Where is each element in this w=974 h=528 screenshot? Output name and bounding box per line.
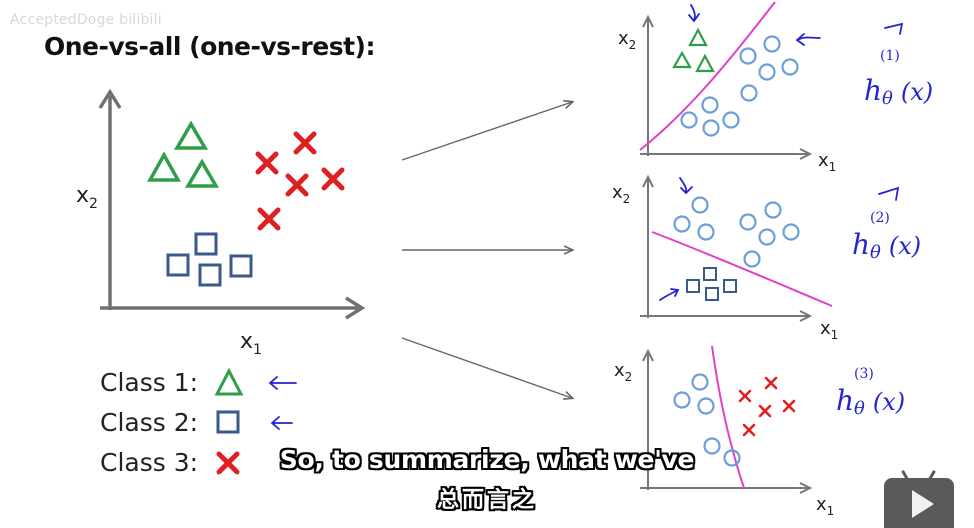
circle-icon: [702, 119, 720, 137]
pointer-arrow-icon: [659, 288, 680, 301]
play-button[interactable]: [884, 470, 954, 528]
circle-icon: [697, 223, 715, 241]
panel-1-x-label: x1: [818, 150, 836, 174]
pointer-arrow-icon: [688, 4, 700, 23]
arrow-to-panel-1: [401, 102, 572, 161]
hypothesis-1-superscript: (1): [880, 48, 900, 64]
cross-icon: [758, 404, 772, 418]
circle-icon: [673, 215, 691, 233]
circle-icon: [743, 250, 761, 268]
circle-icon: [739, 47, 757, 65]
circle-icon: [758, 228, 776, 246]
triangle-icon: [688, 27, 708, 47]
main-triangles: [147, 120, 220, 188]
square-icon: [216, 410, 240, 434]
main-x-label: x1: [240, 329, 262, 358]
subtitle-english: So, to summarize, what we've: [279, 445, 695, 474]
check-mark-icon: [878, 186, 900, 201]
cross-icon: [738, 389, 752, 403]
triangle-icon: [214, 367, 244, 396]
cross-icon: [742, 423, 756, 437]
panel-1-decision-boundary: [639, 1, 776, 151]
legend-class-2: Class 2:: [100, 408, 199, 437]
hypothesis-2-superscript: (2): [870, 210, 890, 226]
square-icon: [723, 279, 737, 293]
main-crosses: [255, 131, 345, 231]
pointer-arrow-icon: [270, 416, 293, 430]
panel-2-y-label: x2: [612, 182, 630, 206]
panel-1-y-label: x2: [618, 28, 636, 52]
square-icon: [198, 263, 222, 287]
circle-icon: [758, 63, 776, 81]
check-mark-icon: [884, 22, 904, 35]
cross-icon: [257, 207, 281, 231]
circle-icon: [697, 397, 715, 415]
main-plot: x2 x1: [76, 88, 366, 358]
cross-icon: [782, 399, 796, 413]
square-icon: [166, 253, 190, 277]
arrow-to-panel-3: [401, 337, 572, 398]
connector-arrows: [401, 102, 572, 398]
pointer-arrow-icon: [795, 33, 821, 46]
hypothesis-3: hθ (x): [836, 384, 905, 419]
legend-class-1: Class 1:: [100, 368, 199, 397]
cross-icon: [255, 151, 279, 175]
square-icon: [705, 287, 719, 301]
panel-1-circles: [680, 35, 799, 137]
square-icon: [229, 254, 253, 278]
panel-2-decision-boundary: [651, 231, 833, 307]
circle-icon: [691, 196, 709, 214]
square-icon: [703, 267, 717, 281]
square-icon: [686, 279, 700, 293]
square-icon: [194, 232, 218, 256]
panel-2-circles: [673, 196, 800, 268]
circle-icon: [722, 111, 740, 129]
panel-2-x-label: x1: [820, 318, 838, 342]
cross-icon: [285, 173, 309, 197]
triangle-icon: [695, 53, 715, 73]
pointer-arrow-icon: [268, 376, 297, 390]
hypothesis-1: hθ (x): [864, 74, 933, 109]
panel-1: x2 x1 hθ (x) (1): [618, 1, 933, 174]
circle-icon: [739, 213, 757, 231]
slide: AcceptedDoge bilibili One-vs-all (one-vs…: [0, 0, 974, 528]
panel-2-squares: [686, 267, 737, 301]
cross-icon: [293, 131, 317, 155]
panel-3-y-label: x2: [614, 360, 632, 384]
subtitle-chinese: 总而言之: [436, 488, 537, 513]
main-squares: [166, 232, 253, 287]
panel-3-crosses: [738, 376, 796, 437]
circle-icon: [781, 58, 799, 76]
triangle-icon: [672, 50, 692, 69]
play-icon: [912, 490, 934, 518]
circle-icon: [740, 84, 758, 102]
panel-2: x2 x1 hθ (x) (2): [612, 174, 921, 342]
hypothesis-2: hθ (x): [852, 228, 921, 263]
triangle-icon: [184, 158, 220, 188]
circle-icon: [680, 111, 698, 129]
cross-icon: [321, 167, 345, 191]
circle-icon: [691, 373, 709, 391]
circle-icon: [763, 35, 781, 53]
hypothesis-3-superscript: (3): [854, 366, 874, 382]
pointer-arrow-icon: [679, 177, 693, 195]
panel-1-annotations: [688, 4, 904, 46]
circle-icon: [764, 201, 782, 219]
triangle-icon: [173, 120, 209, 150]
triangle-icon: [147, 151, 181, 182]
main-y-label: x2: [76, 183, 98, 212]
circle-icon: [701, 96, 719, 114]
circle-icon: [673, 391, 691, 409]
cross-icon: [764, 376, 778, 390]
circle-icon: [782, 223, 800, 241]
panel-1-triangles: [672, 27, 715, 73]
